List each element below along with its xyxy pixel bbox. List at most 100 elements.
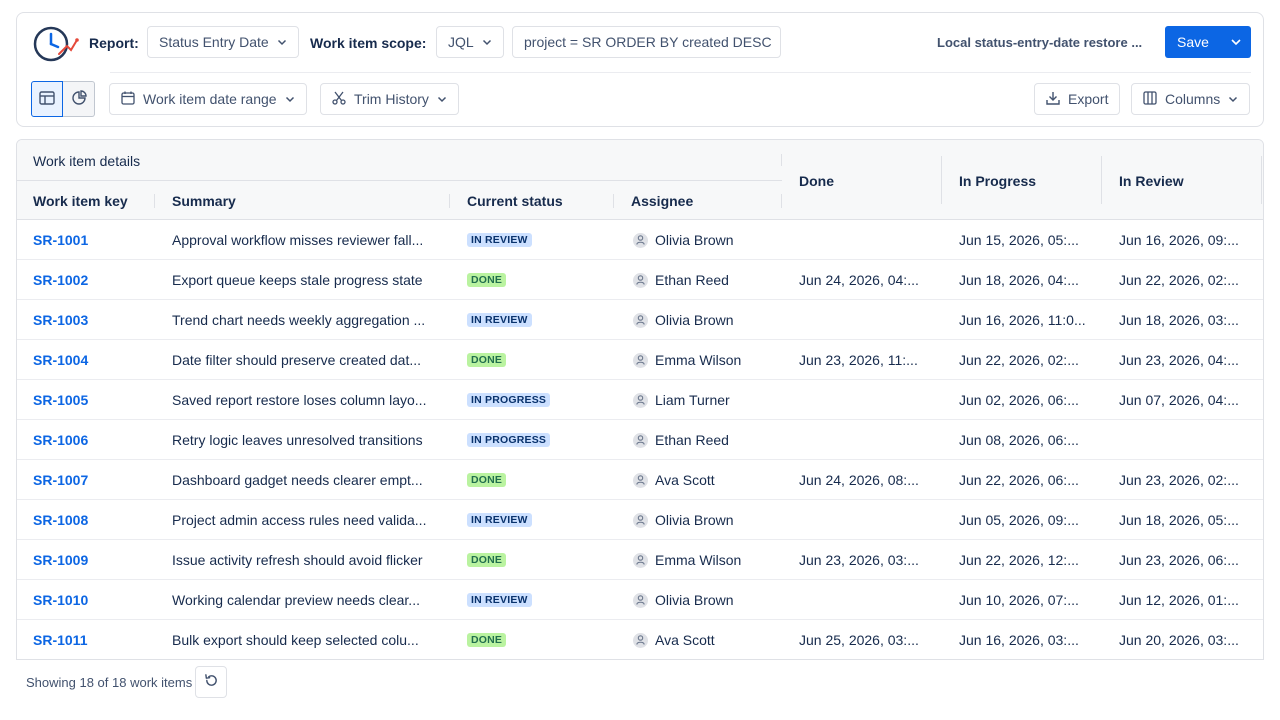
- column-header-in-review[interactable]: In Review: [1119, 173, 1184, 189]
- scope-type-select[interactable]: JQL: [436, 26, 504, 58]
- export-button[interactable]: Export: [1034, 83, 1121, 115]
- table-row[interactable]: SR-1005 Saved report restore loses column…: [17, 380, 1263, 420]
- table-row[interactable]: SR-1006 Retry logic leaves unresolved tra…: [17, 420, 1263, 460]
- avatar-icon: [633, 232, 648, 248]
- column-resize-handle[interactable]: [613, 194, 614, 208]
- work-item-key-link[interactable]: SR-1004: [33, 340, 153, 380]
- assignee-cell: Olivia Brown: [633, 500, 783, 540]
- done-date-cell: Jun 25, 2026, 03:...: [799, 632, 919, 648]
- in-review-date-cell: Jun 23, 2026, 06:...: [1119, 552, 1239, 568]
- work-item-summary: Working calendar preview needs clear...: [172, 592, 420, 608]
- work-item-key-link[interactable]: SR-1007: [33, 460, 153, 500]
- save-options-chevron-icon[interactable]: [1221, 26, 1251, 58]
- work-item-summary: Approval workflow misses reviewer fall..…: [172, 232, 424, 248]
- status-lozenge: DONE: [467, 553, 507, 567]
- avatar-icon: [633, 392, 648, 408]
- assignee-cell: Ava Scott: [633, 620, 783, 659]
- done-date-cell: Jun 23, 2026, 11:...: [799, 352, 918, 368]
- column-resize-handle[interactable]: [1261, 156, 1262, 204]
- column-header-done[interactable]: Done: [799, 173, 834, 189]
- table-body: SR-1001 Approval workflow misses reviewer…: [17, 220, 1263, 659]
- work-item-key-link[interactable]: SR-1003: [33, 300, 153, 340]
- status-lozenge: DONE: [467, 353, 507, 367]
- column-header-summary[interactable]: Summary: [172, 193, 236, 209]
- status-lozenge: DONE: [467, 633, 507, 647]
- work-item-key-link[interactable]: SR-1002: [33, 260, 153, 300]
- table-row[interactable]: SR-1002 Export queue keeps stale progress…: [17, 260, 1263, 300]
- report-type-value: Status Entry Date: [159, 34, 269, 50]
- assignee-cell: Olivia Brown: [633, 580, 783, 620]
- table-row[interactable]: SR-1004 Date filter should preserve creat…: [17, 340, 1263, 380]
- column-header-key[interactable]: Work item key: [33, 193, 128, 209]
- view-toggle: [31, 81, 95, 117]
- columns-icon: [1143, 90, 1157, 108]
- done-date-cell: [799, 500, 941, 540]
- assignee-cell: Emma Wilson: [633, 540, 783, 580]
- in-progress-date-cell: Jun 16, 2026, 11:0...: [959, 312, 1086, 328]
- in-review-date-cell: Jun 07, 2026, 04:...: [1119, 392, 1239, 408]
- in-review-date-cell: Jun 18, 2026, 03:...: [1119, 312, 1239, 328]
- assignee-name: Liam Turner: [655, 392, 730, 408]
- report-type-select[interactable]: Status Entry Date: [147, 26, 299, 58]
- date-range-select[interactable]: Work item date range: [109, 83, 307, 115]
- work-item-key-link[interactable]: SR-1006: [33, 420, 153, 460]
- assignee-name: Olivia Brown: [655, 312, 734, 328]
- in-review-date-cell: Jun 23, 2026, 04:...: [1119, 352, 1239, 368]
- column-resize-handle[interactable]: [154, 194, 155, 208]
- in-review-date-cell: Jun 12, 2026, 01:...: [1119, 592, 1239, 608]
- avatar-icon: [633, 472, 648, 488]
- status-cell: IN REVIEW: [467, 220, 607, 260]
- chart-view-button[interactable]: [63, 81, 95, 117]
- avatar-icon: [633, 632, 648, 648]
- app-logo-icon: [31, 24, 79, 64]
- work-item-key-link[interactable]: SR-1010: [33, 580, 153, 620]
- assignee-name: Olivia Brown: [655, 592, 734, 608]
- table-row[interactable]: SR-1008 Project admin access rules need v…: [17, 500, 1263, 540]
- refresh-button[interactable]: [195, 666, 227, 698]
- avatar-icon: [633, 272, 648, 288]
- table-row[interactable]: SR-1009 Issue activity refresh should avo…: [17, 540, 1263, 580]
- trim-history-select[interactable]: Trim History: [320, 83, 459, 115]
- chevron-down-icon: [437, 94, 447, 104]
- in-progress-date-cell: Jun 16, 2026, 03:...: [959, 632, 1079, 648]
- column-resize-handle[interactable]: [781, 194, 782, 208]
- columns-label: Columns: [1165, 91, 1221, 107]
- table-row[interactable]: SR-1007 Dashboard gadget needs clearer em…: [17, 460, 1263, 500]
- scope-label: Work item scope:: [310, 35, 427, 51]
- column-header-in-progress[interactable]: In Progress: [959, 173, 1036, 189]
- status-lozenge: IN REVIEW: [467, 513, 532, 527]
- column-header-status[interactable]: Current status: [467, 193, 563, 209]
- column-header-assignee[interactable]: Assignee: [631, 193, 693, 209]
- table-row[interactable]: SR-1011 Bulk export should keep selected …: [17, 620, 1263, 659]
- report-label: Report:: [89, 35, 139, 51]
- table-view-button[interactable]: [31, 81, 63, 117]
- column-resize-handle[interactable]: [781, 154, 782, 166]
- work-item-key-link[interactable]: SR-1009: [33, 540, 153, 580]
- work-item-summary: Bulk export should keep selected colu...: [172, 632, 419, 648]
- save-button[interactable]: Save: [1165, 34, 1221, 50]
- columns-select[interactable]: Columns: [1131, 83, 1251, 115]
- jql-input[interactable]: project = SR ORDER BY created DESC: [512, 26, 781, 58]
- table-row[interactable]: SR-1010 Working calendar preview needs cl…: [17, 580, 1263, 620]
- assignee-name: Emma Wilson: [655, 552, 742, 568]
- in-review-date-cell: Jun 18, 2026, 05:...: [1119, 512, 1239, 528]
- column-resize-handle[interactable]: [449, 194, 450, 208]
- refresh-icon: [204, 673, 219, 691]
- work-item-key-link[interactable]: SR-1005: [33, 380, 153, 420]
- column-resize-handle[interactable]: [1101, 156, 1102, 204]
- work-item-summary: Export queue keeps stale progress state: [172, 272, 423, 288]
- toolbar-row-primary: Report: Status Entry Date Work item scop…: [17, 13, 1263, 73]
- assignee-cell: Ava Scott: [633, 460, 783, 500]
- column-resize-handle[interactable]: [941, 156, 942, 204]
- table-row[interactable]: SR-1001 Approval workflow misses reviewer…: [17, 220, 1263, 260]
- in-review-date-cell: Jun 23, 2026, 02:...: [1119, 472, 1239, 488]
- status-lozenge: DONE: [467, 473, 507, 487]
- work-item-summary: Dashboard gadget needs clearer empt...: [172, 472, 423, 488]
- status-cell: IN REVIEW: [467, 580, 607, 620]
- item-count-text: Showing 18 of 18 work items: [26, 675, 193, 690]
- work-item-key-link[interactable]: SR-1001: [33, 220, 153, 260]
- table-row[interactable]: SR-1003 Trend chart needs weekly aggregat…: [17, 300, 1263, 340]
- work-item-key-link[interactable]: SR-1008: [33, 500, 153, 540]
- work-item-key-link[interactable]: SR-1011: [33, 620, 153, 659]
- export-label: Export: [1068, 91, 1109, 107]
